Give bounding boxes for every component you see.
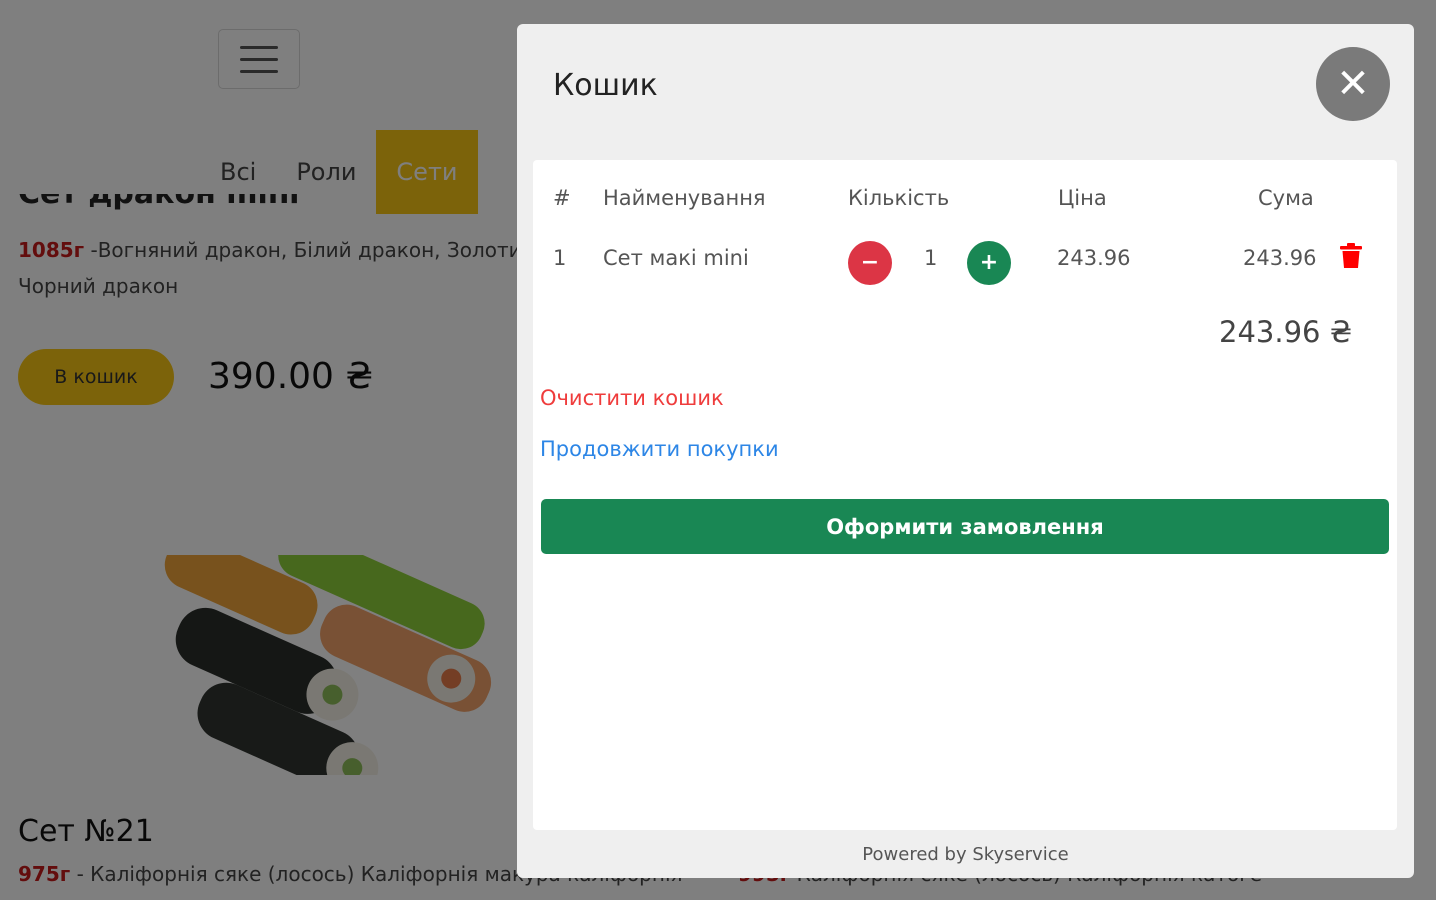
clear-cart-link[interactable]: Очистити кошик: [540, 386, 724, 410]
cart-modal: Кошик ✕ # Найменування Кількість Ціна Су…: [517, 24, 1414, 878]
row-name: Сет макі mini: [603, 246, 749, 270]
increase-qty-button[interactable]: +: [967, 241, 1011, 285]
continue-shopping-link[interactable]: Продовжити покупки: [540, 437, 779, 461]
cart-body: # Найменування Кількість Ціна Сума 1 Сет…: [533, 160, 1397, 830]
close-button[interactable]: ✕: [1316, 47, 1390, 121]
col-header-num: #: [553, 186, 571, 210]
trash-icon[interactable]: [1339, 243, 1363, 269]
plus-icon: +: [979, 250, 999, 275]
modal-title: Кошик: [553, 68, 658, 103]
col-header-qty: Кількість: [848, 186, 950, 210]
minus-icon: −: [860, 250, 880, 275]
close-icon: ✕: [1336, 61, 1370, 107]
powered-by-footer: Powered by Skyservice: [862, 844, 1069, 865]
row-price: 243.96: [1057, 246, 1131, 270]
row-sum: 243.96: [1243, 246, 1317, 270]
col-header-sum: Сума: [1258, 186, 1314, 210]
row-num: 1: [553, 246, 567, 270]
col-header-name: Найменування: [603, 186, 766, 210]
decrease-qty-button[interactable]: −: [848, 241, 892, 285]
row-qty: 1: [924, 246, 938, 270]
col-header-price: Ціна: [1058, 186, 1107, 210]
cart-total: 243.96 ₴: [1219, 315, 1353, 349]
checkout-button[interactable]: Оформити замовлення: [541, 499, 1389, 554]
